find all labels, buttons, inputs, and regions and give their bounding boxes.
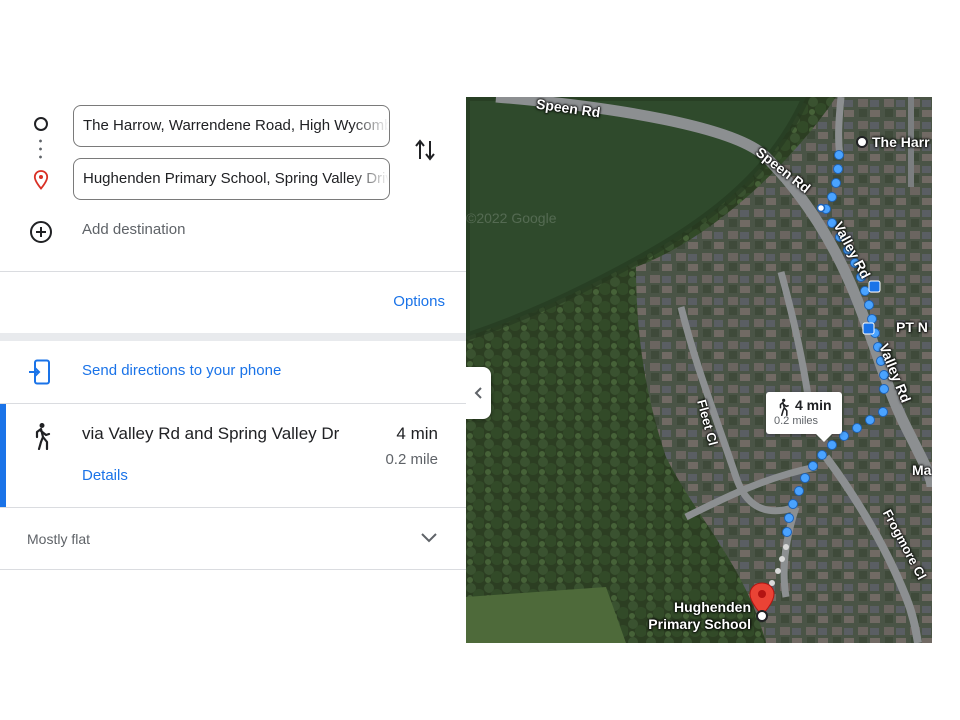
destination-pin-icon — [33, 170, 49, 190]
destination-input[interactable]: Hughenden Primary School, Spring Valley … — [73, 158, 390, 200]
add-circle-icon[interactable] — [29, 220, 53, 244]
swap-arrows-icon[interactable] — [414, 137, 436, 163]
route-duration: 4 min — [396, 424, 438, 443]
collapse-panel-button[interactable] — [466, 367, 491, 419]
chevron-left-icon — [474, 387, 482, 399]
divider — [0, 271, 466, 272]
add-destination-button[interactable]: Add destination — [82, 221, 185, 238]
walking-person-icon — [35, 423, 51, 450]
callout-duration: 4 min — [795, 397, 832, 413]
route-summary: via Valley Rd and Spring Valley Dr — [82, 424, 340, 443]
section-divider — [0, 333, 466, 341]
send-to-phone-icon[interactable] — [28, 359, 52, 385]
route-connector-dots — [39, 137, 42, 163]
details-link[interactable]: Details — [82, 467, 128, 484]
origin-place-label[interactable]: The Harr — [872, 134, 930, 151]
map-watermark: ©2022 Google — [466, 210, 557, 226]
divider — [0, 507, 466, 508]
route-callout[interactable]: 4 min 0.2 miles — [766, 392, 842, 442]
chevron-down-icon[interactable] — [420, 531, 438, 545]
street-label-ma: Ma — [912, 462, 932, 478]
selected-route-indicator — [0, 404, 6, 507]
satellite-map[interactable]: ©2022 Google Speen Rd Speen Rd Valley Rd… — [466, 97, 932, 643]
divider — [0, 569, 466, 570]
origin-circle-icon — [34, 117, 48, 131]
origin-input[interactable]: The Harrow, Warrendene Road, High Wycomb… — [73, 105, 390, 147]
destination-place-label[interactable]: Hughenden Primary School — [641, 599, 751, 633]
terrain-note: Mostly flat — [27, 531, 91, 547]
options-button[interactable]: Options — [393, 293, 445, 310]
callout-distance: 0.2 miles — [774, 415, 819, 427]
directions-panel: The Harrow, Warrendene Road, High Wycomb… — [0, 97, 466, 572]
street-label-pt: PT N — [896, 319, 928, 335]
map-imagery — [466, 97, 932, 643]
route-option-card[interactable]: via Valley Rd and Spring Valley Dr 4 min… — [0, 404, 466, 507]
send-directions-link[interactable]: Send directions to your phone — [82, 362, 281, 379]
route-distance: 0.2 mile — [385, 451, 438, 468]
walking-person-icon — [779, 398, 789, 416]
